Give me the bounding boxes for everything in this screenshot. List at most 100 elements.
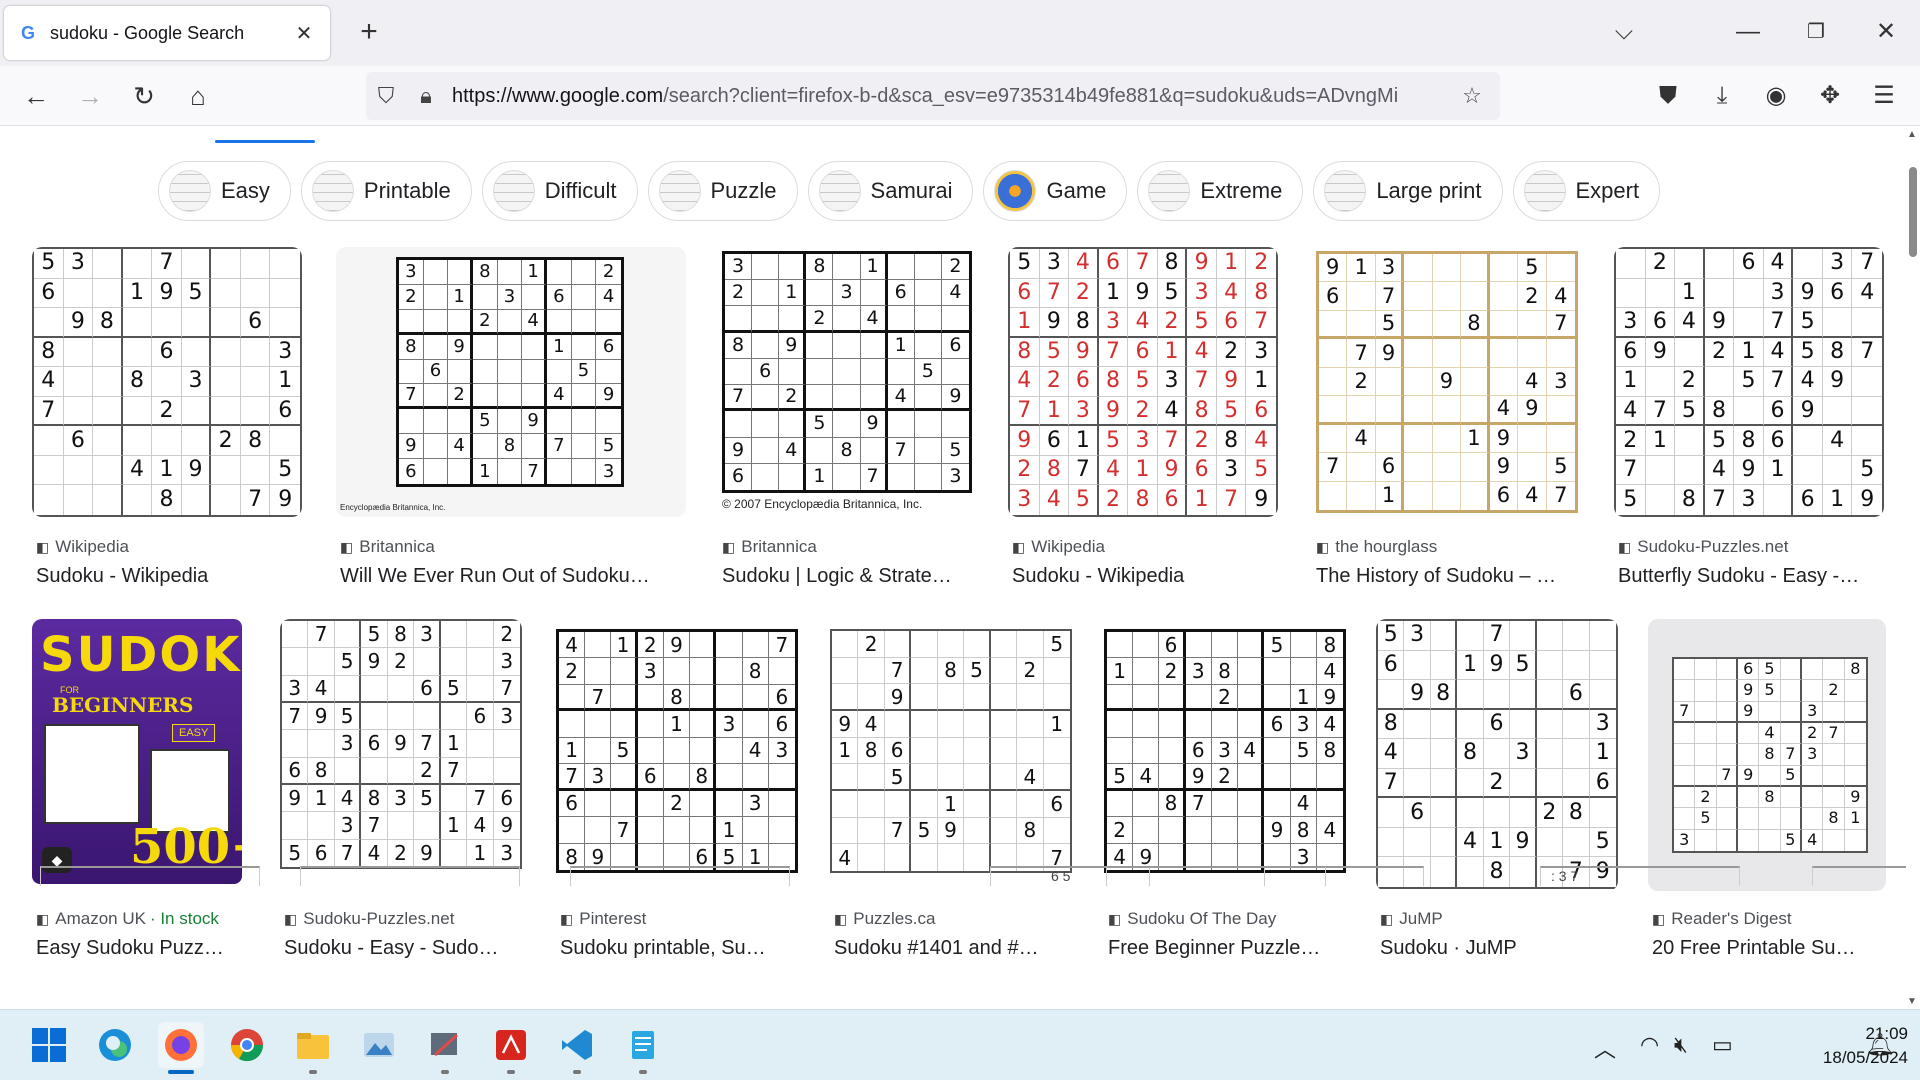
battery-icon[interactable]: ▭: [1712, 1032, 1733, 1058]
image-result-card[interactable]: 6 5 8 9 5 2 7 9 3 4 2 7 8 7 3 7 9 5 2 8 9 5 8 1 3 5 4 ◧ Reader's Dig…: [1648, 619, 1886, 959]
chip-samurai[interactable]: Samurai: [807, 161, 974, 221]
result-title[interactable]: Sudoku - Wikipedia: [1012, 565, 1276, 588]
image-result-card[interactable]: 2643713964364975692145871257494758692158…: [1614, 247, 1884, 587]
result-title[interactable]: Easy Sudoku Puzz…: [36, 937, 242, 960]
file-explorer-icon[interactable]: [290, 1022, 336, 1074]
acrobat-icon[interactable]: [488, 1022, 534, 1074]
result-source[interactable]: ◧ the hourglass: [1316, 537, 1437, 557]
result-thumbnail[interactable]: 537619598686348317266284195879: [32, 247, 302, 517]
home-button[interactable]: ⌂: [178, 76, 218, 116]
windows-start-icon[interactable]: [26, 1022, 72, 1068]
result-source[interactable]: ◧ Sudoku-Puzzles.net: [1618, 537, 1788, 557]
notifications-bell-icon[interactable]: 🔔︎: [1866, 1032, 1894, 1058]
edge-icon[interactable]: [92, 1022, 138, 1068]
result-title[interactable]: The History of Sudoku – …: [1316, 565, 1580, 588]
image-result-card[interactable]: 3 8 1 2 2 1 3 6 4 2 4 8 9 1 6 6 5 7 2 4 9 5 9 9 4 8 7 5 6 1 7 3 © 2007 E…: [718, 247, 976, 587]
result-source[interactable]: ◧ Britannica: [722, 537, 817, 557]
minimize-window-button[interactable]: —: [1728, 12, 1768, 52]
list-all-tabs-icon[interactable]: ⌵: [1604, 12, 1644, 52]
result-thumbnail[interactable]: 537619598686348317266284195879: [1376, 619, 1618, 891]
forward-button[interactable]: →: [70, 76, 110, 116]
pocket-icon[interactable]: ⛊: [1648, 76, 1688, 116]
bookmark-star-icon[interactable]: ☆: [1452, 76, 1492, 116]
show-hidden-icons-chevron-icon[interactable]: ︿: [1594, 1032, 1616, 1064]
tracking-protection-shield-icon[interactable]: ⛉: [366, 76, 406, 116]
result-thumbnail[interactable]: 3 8 1 2 2 1 3 6 4 2 4 8 9 1 6 6 5 7 2 4 9 5 9 9 4 8 7 5 6 1 7 3 Encyclop…: [336, 247, 686, 517]
image-result-card[interactable]: 7583259233465779563369716827914835763714…: [280, 619, 522, 959]
chip-expert[interactable]: Expert: [1512, 161, 1661, 221]
result-source[interactable]: ◧ Wikipedia: [36, 537, 129, 557]
partial-result-thumbnail[interactable]: [300, 866, 520, 886]
result-thumbnail[interactable]: 5346789126721953481983425678597614234268…: [1008, 247, 1278, 517]
browser-tab-active[interactable]: G sudoku - Google Search ✕: [4, 6, 330, 60]
image-result-card[interactable]: 3 8 1 2 2 1 3 6 4 2 4 8 9 1 6 6 5 7 2 4 9 5 9 9 4 8 7 5 6 1 7 3 Encyclop…: [336, 247, 686, 587]
result-title[interactable]: Butterfly Sudoku - Easy -…: [1618, 565, 1882, 588]
result-source[interactable]: ◧ Wikipedia: [1012, 537, 1105, 557]
partial-result-thumbnail[interactable]: [1106, 866, 1326, 886]
snipping-tool-icon[interactable]: [422, 1022, 468, 1074]
result-thumbnail[interactable]: 658952793427873795289581354: [1648, 619, 1886, 891]
result-title[interactable]: Sudoku - Wikipedia: [36, 565, 300, 588]
result-title[interactable]: Will We Ever Run Out of Sudoku…: [340, 565, 684, 588]
reload-button[interactable]: ↻: [124, 76, 164, 116]
result-title[interactable]: Sudoku printable, Su…: [560, 937, 796, 960]
result-thumbnail[interactable]: 913567245877929434941976951647: [1312, 247, 1582, 517]
result-thumbnail[interactable]: 41297238786136154373686237189651: [556, 619, 798, 891]
result-title[interactable]: Sudoku #1401 and #…: [834, 937, 1070, 960]
lock-icon[interactable]: 🔒︎: [406, 76, 446, 116]
result-thumbnail[interactable]: 25785299411865416759847: [830, 619, 1072, 891]
result-title[interactable]: Sudoku · JuMP: [1380, 937, 1616, 960]
image-result-card[interactable]: 5 3 7 6 1 9 5 9 8 6 8 6 3 4 8 3 1 7 2 6 6 2 8 4 1 9 5 8 7 9 ◧ JuMP Sudok…: [1376, 619, 1618, 959]
back-button[interactable]: ←: [16, 76, 56, 116]
photos-icon[interactable]: [356, 1022, 402, 1068]
firefox-icon[interactable]: [158, 1022, 204, 1074]
chip-puzzle[interactable]: Puzzle: [647, 161, 798, 221]
chip-large-print[interactable]: Large print: [1313, 161, 1503, 221]
menu-hamburger-icon[interactable]: ☰: [1864, 76, 1904, 116]
result-thumbnail[interactable]: 3 8 1 2 2 1 3 6 4 2 4 8 9 1 6 6 5 7 2 4 9 5 9 9 4 8 7 5 6 1 7 3 © 2007 E…: [718, 247, 976, 517]
extensions-icon[interactable]: ✥: [1810, 76, 1850, 116]
chip-printable[interactable]: Printable: [300, 161, 472, 221]
result-source[interactable]: ◧ Amazon UK · In stock: [36, 909, 219, 929]
new-tab-button[interactable]: +: [352, 16, 386, 50]
vscode-icon[interactable]: [554, 1022, 600, 1074]
partial-result-thumbnail[interactable]: [570, 866, 790, 886]
chip-difficult[interactable]: Difficult: [481, 161, 638, 221]
restore-window-button[interactable]: ❐: [1796, 12, 1836, 52]
result-source[interactable]: ◧ Sudoku Of The Day: [1108, 909, 1276, 929]
image-result-card[interactable]: 2 5 7 8 5 2 9 9 4 1 1 8 6 5 4 1 6 7 5 9 8 4 7 ◧ Puzzles.ca Sudoku…: [830, 619, 1072, 959]
notepad-icon[interactable]: [620, 1022, 666, 1074]
image-result-card[interactable]: 4 1 2 9 7 2 3 8 7 8 6 1 3 6 1 5 4 3 7 3 6 8 6 2 3 7 1 8 9 6 5 1 ◧ Pintere…: [556, 619, 798, 959]
result-title[interactable]: Free Beginner Puzzle…: [1108, 937, 1344, 960]
speaker-muted-icon[interactable]: 🔇︎: [1674, 1032, 1688, 1058]
result-source[interactable]: ◧ Britannica: [340, 537, 435, 557]
result-thumbnail[interactable]: 2643713964364975692145871257494758692158…: [1614, 247, 1884, 517]
result-title[interactable]: Sudoku | Logic & Strate…: [722, 565, 974, 588]
account-icon[interactable]: ◉: [1756, 76, 1796, 116]
scrollbar-thumb[interactable]: [1909, 167, 1917, 257]
downloads-icon[interactable]: ⤓: [1702, 76, 1742, 116]
url-text[interactable]: https://www.google.com/search?client=fir…: [452, 85, 1452, 108]
partial-result-thumbnail[interactable]: : 3 7: [1540, 866, 1740, 886]
chip-game[interactable]: Game: [983, 161, 1128, 221]
image-result-card[interactable]: SUDOKUFORBEGINNERSEASY500+◆◧Amazon UK· I…: [32, 619, 244, 959]
close-window-button[interactable]: ✕: [1866, 12, 1906, 52]
wifi-icon[interactable]: ◠: [1640, 1032, 1659, 1058]
scroll-down-arrow-icon[interactable]: ▼: [1907, 996, 1917, 1007]
image-result-card[interactable]: 5346789126721953481983425678597614234268…: [1008, 247, 1278, 587]
chip-extreme[interactable]: Extreme: [1137, 161, 1304, 221]
chip-easy[interactable]: Easy: [158, 161, 291, 221]
partial-result-thumbnail[interactable]: [1812, 866, 1906, 886]
result-source[interactable]: ◧ Reader's Digest: [1652, 909, 1792, 929]
result-thumbnail[interactable]: 7583259233465779563369716827914835763714…: [280, 619, 522, 879]
result-source[interactable]: ◧ Pinterest: [560, 909, 646, 929]
partial-result-thumbnail[interactable]: [40, 866, 260, 886]
page-scrollbar[interactable]: ▲ ▼: [1906, 127, 1920, 1009]
chrome-icon[interactable]: [224, 1022, 270, 1068]
image-result-card[interactable]: 9 1 3 5 6 7 2 4 5 8 7 7 9 2 9 4 3 4 9 4 1 9 7 6 9 5 1 6 4 7 ◧ the hourg…: [1312, 247, 1582, 587]
result-source[interactable]: ◧ Puzzles.ca: [834, 909, 935, 929]
result-thumbnail[interactable]: 658123842196346345854928742984493: [1104, 619, 1346, 891]
address-bar[interactable]: ⛉ 🔒︎ https://www.google.com/search?clien…: [366, 72, 1500, 120]
result-source[interactable]: ◧ JuMP: [1380, 909, 1443, 929]
scroll-up-arrow-icon[interactable]: ▲: [1907, 129, 1917, 140]
